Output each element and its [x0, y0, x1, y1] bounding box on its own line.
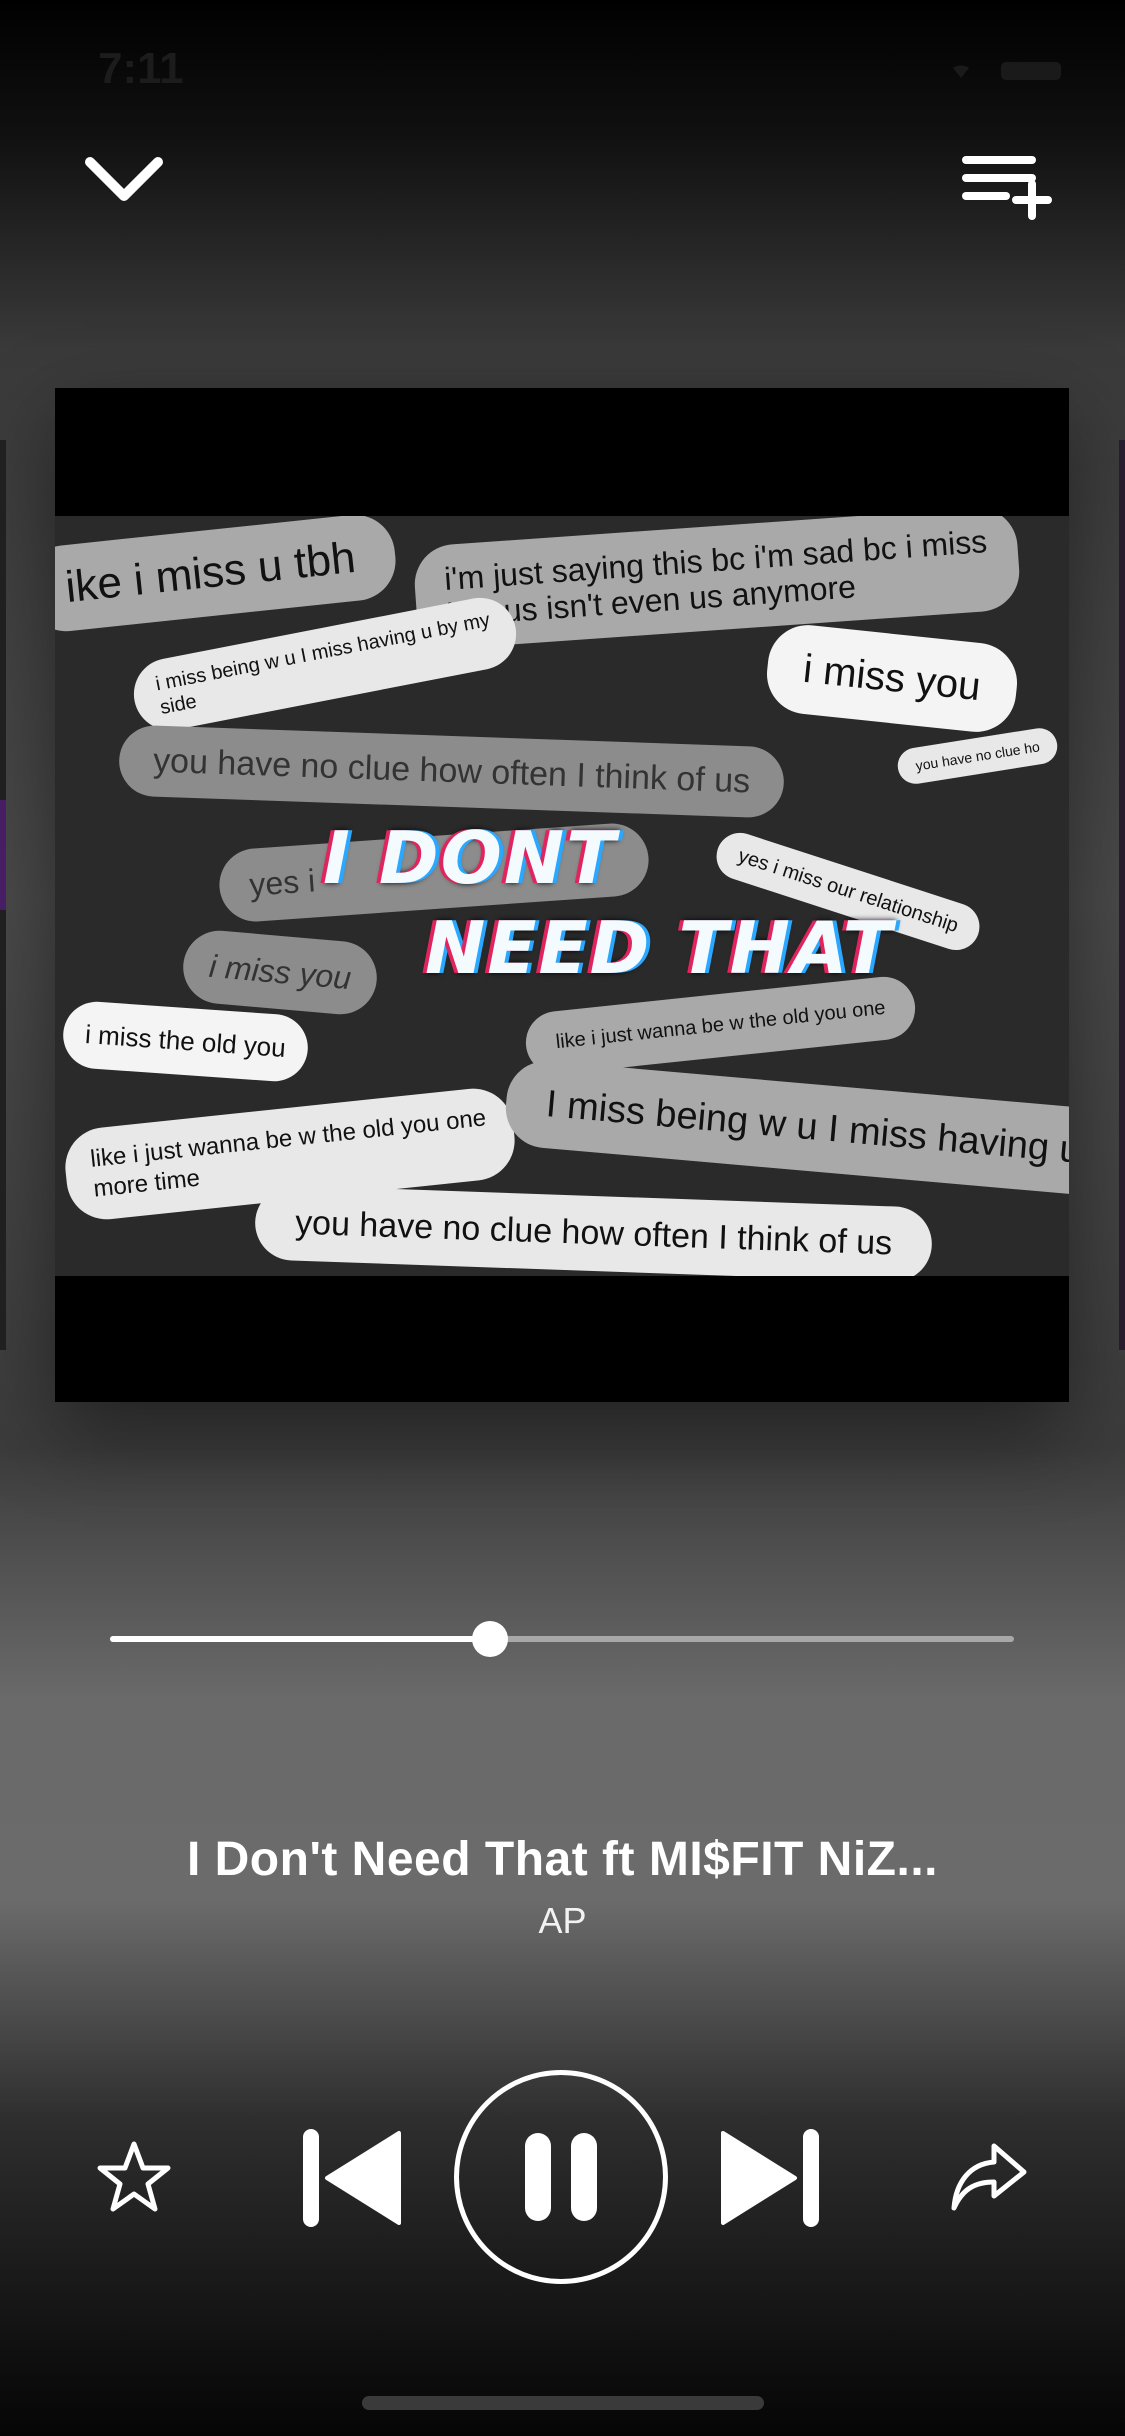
star-icon	[97, 2141, 171, 2212]
skip-previous-icon	[303, 2129, 401, 2227]
album-art[interactable]: ike i miss u tbh i'm just saying this bc…	[55, 388, 1069, 1402]
art-bubble: you have no clue how often I think of us	[253, 1184, 934, 1276]
share-button[interactable]	[940, 2130, 1036, 2226]
next-cover-peek[interactable]	[1119, 440, 1125, 1350]
progress-slider[interactable]	[110, 1621, 1014, 1657]
art-bubble: I miss being w u I miss having u by	[502, 1057, 1069, 1206]
share-icon	[951, 2143, 1027, 2211]
art-title-line-1: I DONT	[323, 816, 618, 900]
add-to-queue-button[interactable]	[953, 140, 1063, 230]
next-track-button[interactable]	[712, 2118, 832, 2238]
previous-track-button[interactable]	[290, 2118, 410, 2238]
progress-thumb[interactable]	[471, 1621, 508, 1657]
chevron-down-icon	[85, 157, 163, 201]
art-title-line-2: NEED THAT	[425, 906, 894, 990]
art-bubble: ike i miss u tbh	[55, 516, 400, 636]
track-title: I Don't Need That ft MI$FIT NiZ...	[186, 1833, 939, 1886]
wifi-icon	[953, 65, 969, 78]
status-icons	[951, 58, 1071, 82]
pause-button[interactable]	[454, 2070, 668, 2284]
favorite-button[interactable]	[86, 2130, 182, 2226]
track-artist[interactable]: AP	[0, 1900, 1125, 1942]
add-to-queue-icon	[962, 156, 1052, 220]
art-bubble: i miss you	[763, 621, 1021, 736]
battery-icon	[1001, 62, 1061, 80]
home-indicator[interactable]	[362, 2396, 764, 2410]
art-bubble: you have no clue how often I think of us	[117, 724, 786, 819]
collapse-player-button[interactable]	[72, 140, 176, 220]
art-bubble: i miss the old you	[60, 999, 310, 1084]
album-art-image: ike i miss u tbh i'm just saying this bc…	[55, 516, 1069, 1276]
progress-fill	[110, 1636, 490, 1642]
skip-next-icon	[721, 2129, 819, 2227]
previous-cover-peek[interactable]	[0, 440, 6, 1350]
art-bubble: i miss you	[180, 927, 381, 1018]
art-bubble: you have no clue ho	[895, 725, 1061, 787]
status-time: 7:11	[98, 44, 184, 93]
pause-icon	[525, 2133, 597, 2221]
